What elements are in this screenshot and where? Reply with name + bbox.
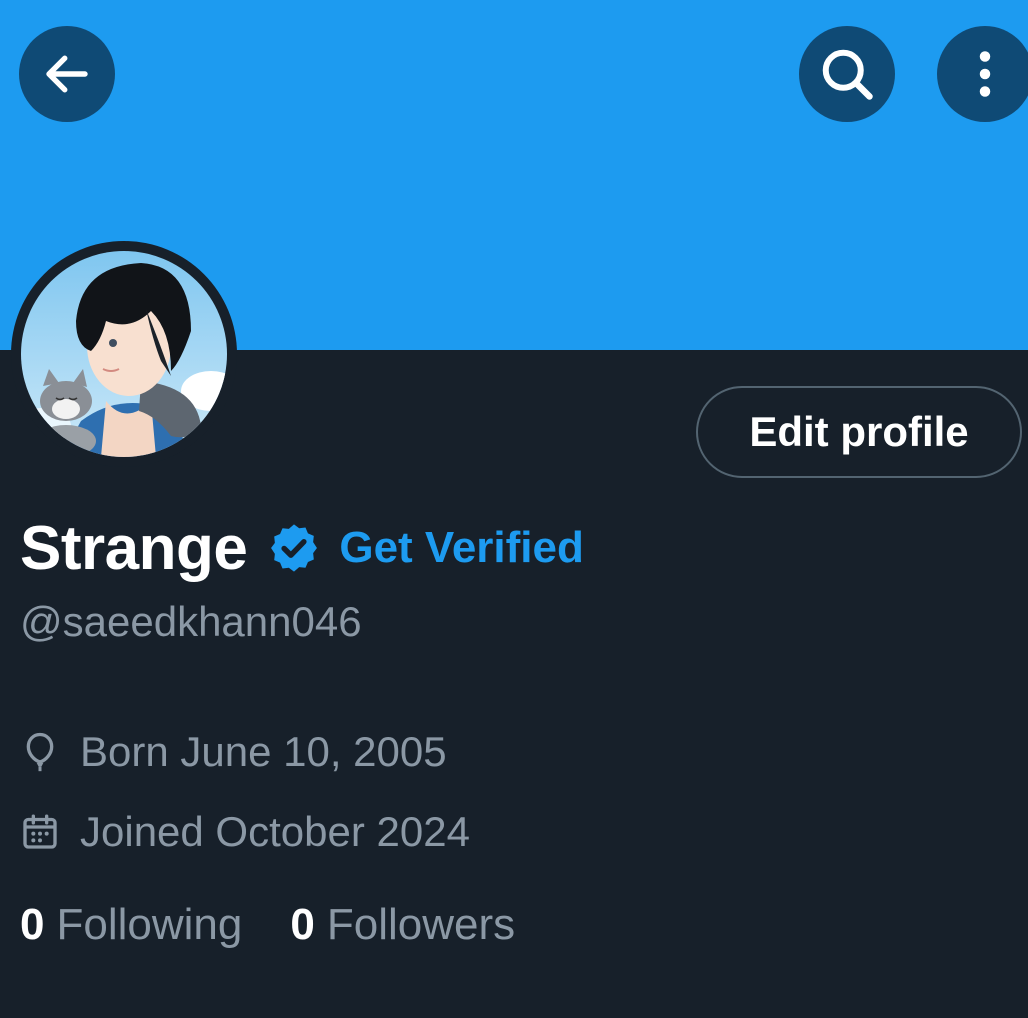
calendar-icon [23, 814, 57, 849]
verified-badge-icon[interactable] [267, 521, 321, 575]
follow-stats: 0 Following 0 Followers [20, 900, 515, 950]
back-button[interactable] [19, 26, 115, 122]
following-count: 0 [20, 900, 45, 949]
more-vertical-icon [979, 51, 991, 97]
birth-date-text: Born June 10, 2005 [80, 728, 447, 775]
joined-date-text: Joined October 2024 [80, 808, 470, 855]
balloon-icon [26, 732, 54, 772]
edit-profile-button[interactable]: Edit profile [696, 386, 1022, 478]
joined-date-row: Joined October 2024 [20, 808, 470, 856]
arrow-left-icon [46, 55, 88, 93]
following-stat[interactable]: 0 Following [20, 900, 242, 950]
following-label: Following [56, 900, 243, 949]
get-verified-link[interactable]: Get Verified [339, 523, 584, 573]
display-name: Strange [20, 513, 248, 583]
more-options-button[interactable] [937, 26, 1028, 122]
avatar[interactable] [11, 241, 237, 467]
profile-page: Edit profile Strange Get Verified @saeed… [0, 0, 1028, 1018]
birth-date-row: Born June 10, 2005 [20, 728, 447, 776]
followers-stat[interactable]: 0 Followers [290, 900, 515, 950]
user-handle: @saeedkhann046 [20, 598, 362, 645]
search-icon [822, 49, 873, 100]
search-button[interactable] [799, 26, 895, 122]
avatar-image [21, 251, 227, 457]
edit-profile-label: Edit profile [749, 408, 969, 455]
name-row: Strange Get Verified [20, 508, 584, 588]
followers-label: Followers [326, 900, 516, 949]
followers-count: 0 [290, 900, 315, 949]
